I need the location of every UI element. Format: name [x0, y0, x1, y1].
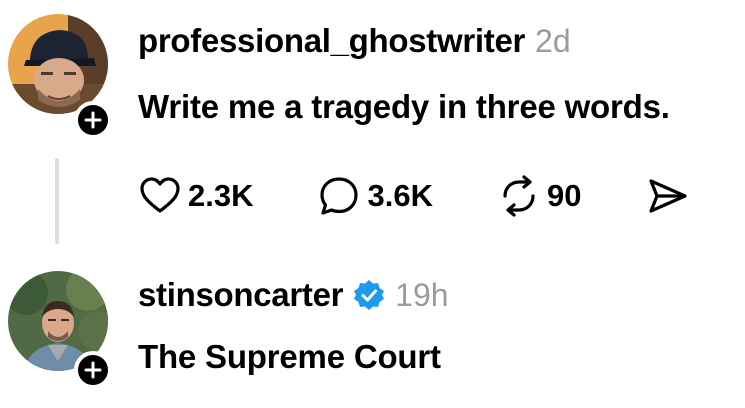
timestamp: 2d [535, 22, 571, 59]
repost-icon [503, 175, 535, 217]
like-button[interactable]: 2.3K [138, 174, 253, 218]
follow-plus-button[interactable] [74, 351, 112, 389]
plus-icon [84, 361, 102, 379]
like-count: 2.3K [188, 178, 254, 213]
avatar-wrap [8, 271, 112, 389]
reply-count: 3.6K [367, 178, 433, 213]
repost-count: 90 [546, 178, 582, 213]
heart-icon [140, 177, 180, 213]
plus-icon [84, 111, 102, 129]
follow-plus-button[interactable] [74, 101, 112, 139]
action-bar: 2.3K 3.6K 90 [138, 174, 689, 218]
reply-button[interactable]: 3.6K [317, 174, 433, 218]
share-icon [649, 179, 688, 213]
avatar-image [8, 14, 108, 114]
share-button[interactable] [645, 174, 689, 218]
username[interactable]: professional_ghostwriter [138, 22, 525, 60]
verified-badge-icon [354, 280, 385, 310]
post-header: professional_ghostwriter 2d [138, 22, 571, 60]
post-text: The Supreme Court [138, 338, 441, 375]
repost-button[interactable]: 90 [497, 174, 581, 218]
avatar[interactable] [8, 14, 108, 114]
username[interactable]: stinsoncarter [138, 276, 343, 314]
avatar-wrap [8, 14, 112, 139]
post-text: Write me a tragedy in three words. [138, 88, 670, 125]
post-header: stinsoncarter 19h [138, 276, 449, 314]
timestamp: 19h [395, 276, 449, 313]
comment-icon [320, 177, 359, 215]
thread-line [55, 158, 59, 244]
